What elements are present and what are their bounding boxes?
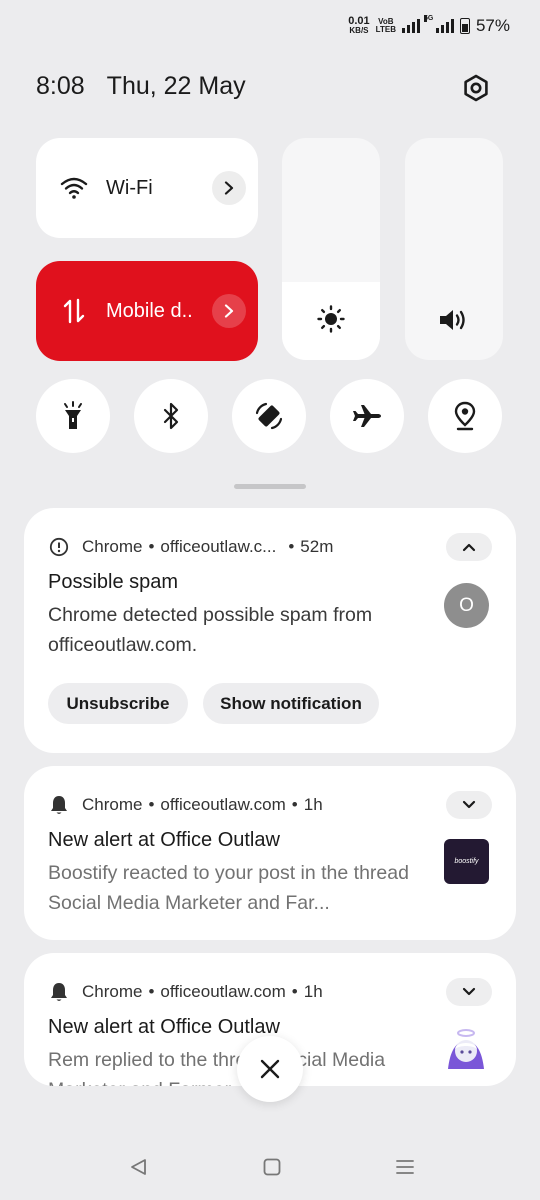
separator-dot: • <box>291 982 298 1001</box>
bell-icon <box>48 981 70 1003</box>
notification-app-name: Chrome <box>82 982 143 1001</box>
notification-body: Chrome detected possible spam from offic… <box>48 604 373 656</box>
separator-dot: • <box>148 795 155 814</box>
notification-source: officeoutlaw.com <box>160 795 286 814</box>
battery-percent: 57% <box>475 16 510 35</box>
expand-button[interactable] <box>446 791 492 819</box>
bell-icon <box>48 794 70 816</box>
chevron-up-icon <box>462 543 476 552</box>
notification-header: Chrome • officeoutlaw.com • 1h <box>48 981 323 1003</box>
brightness-icon <box>282 304 380 334</box>
volume-icon <box>405 306 503 334</box>
navigation-bar <box>0 1150 540 1184</box>
back-button[interactable] <box>124 1150 154 1184</box>
notification-source: officeoutlaw.c... <box>160 537 277 556</box>
notification-thumbnail: boostify <box>444 839 489 884</box>
notification-header: Chrome • officeoutlaw.c... • 52m <box>48 536 333 558</box>
airplane-mode-toggle[interactable] <box>330 379 404 453</box>
notification-thumbnail <box>448 1029 484 1069</box>
separator-dot: • <box>288 537 295 556</box>
notification-body: Boostify reacted to your post in the thr… <box>48 862 409 914</box>
notification-card[interactable]: Chrome • officeoutlaw.c... • 52m Possibl… <box>24 508 516 753</box>
date[interactable]: Thu, 22 May <box>107 72 246 101</box>
bluetooth-toggle[interactable] <box>134 379 208 453</box>
recents-icon <box>396 1160 414 1174</box>
network-type-label: 5G <box>423 15 434 22</box>
notification-time: 1h <box>303 982 323 1001</box>
separator-dot: • <box>148 537 155 556</box>
signal-5g-icon: 5G <box>423 15 454 33</box>
wifi-icon <box>60 174 88 202</box>
recents-button[interactable] <box>390 1150 420 1184</box>
wifi-details-button[interactable] <box>212 171 246 205</box>
location-toggle[interactable] <box>428 379 502 453</box>
flashlight-toggle[interactable] <box>36 379 110 453</box>
location-icon <box>454 401 476 431</box>
chevron-right-icon <box>224 304 234 318</box>
auto-rotate-icon <box>255 402 283 430</box>
mobile-data-label: Mobile d.. <box>106 299 193 322</box>
thumbnail-text: boostify <box>454 858 479 865</box>
volume-slider[interactable] <box>405 138 503 360</box>
flashlight-icon <box>64 401 82 429</box>
network-speed-value: 0.01 <box>348 15 370 27</box>
wifi-tile[interactable]: Wi-Fi <box>36 138 258 238</box>
airplane-icon <box>353 405 381 427</box>
notification-title: Possible spam <box>48 571 179 593</box>
clear-all-button[interactable] <box>237 1036 303 1102</box>
signal-1-icon <box>401 19 420 33</box>
network-speed: 0.01 KB/S <box>348 15 370 36</box>
clock[interactable]: 8:08 <box>36 72 85 101</box>
volte-bottom: LTEB <box>375 25 396 34</box>
time-date-row: 8:08 Thu, 22 May <box>36 72 246 101</box>
battery-icon <box>459 18 470 34</box>
notification-app-name: Chrome <box>82 537 143 556</box>
notification-time: 52m <box>300 537 334 556</box>
separator-dot: • <box>148 982 155 1001</box>
home-icon <box>263 1158 281 1176</box>
expand-button[interactable] <box>446 978 492 1006</box>
notification-header: Chrome • officeoutlaw.com • 1h <box>48 794 323 816</box>
separator-dot: • <box>291 795 298 814</box>
status-bar: 0.01 KB/S VoB LTEB 5G 57% <box>348 12 510 40</box>
notification-card[interactable]: Chrome • officeoutlaw.com • 1h New alert… <box>24 766 516 940</box>
collapse-button[interactable] <box>446 533 492 561</box>
notification-title: New alert at Office Outlaw <box>48 1016 280 1038</box>
notification-source: officeoutlaw.com <box>160 982 286 1001</box>
avatar: O <box>444 583 489 628</box>
unsubscribe-button[interactable]: Unsubscribe <box>48 683 188 724</box>
notification-app-name: Chrome <box>82 795 143 814</box>
chevron-down-icon <box>462 987 476 996</box>
drag-handle[interactable] <box>234 484 306 489</box>
notification-time: 1h <box>303 795 323 814</box>
network-speed-unit: KB/S <box>349 26 369 35</box>
mobile-data-icon <box>60 297 88 325</box>
mobile-data-details-button[interactable] <box>212 294 246 328</box>
show-notification-button[interactable]: Show notification <box>203 683 379 724</box>
back-icon <box>131 1159 146 1175</box>
settings-hexagon-icon <box>464 74 488 102</box>
brightness-slider[interactable] <box>282 138 380 360</box>
home-button[interactable] <box>257 1150 287 1184</box>
notification-title: New alert at Office Outlaw <box>48 829 280 851</box>
chevron-right-icon <box>224 181 234 195</box>
bluetooth-icon <box>163 402 179 430</box>
chevron-down-icon <box>462 800 476 809</box>
mobile-data-tile[interactable]: Mobile d.. <box>36 261 258 361</box>
volte-indicator: VoB LTEB <box>376 18 396 34</box>
close-icon <box>260 1059 280 1079</box>
settings-button[interactable] <box>456 68 496 108</box>
wifi-label: Wi-Fi <box>106 176 153 199</box>
auto-rotate-toggle[interactable] <box>232 379 306 453</box>
alert-circle-icon <box>48 536 70 558</box>
